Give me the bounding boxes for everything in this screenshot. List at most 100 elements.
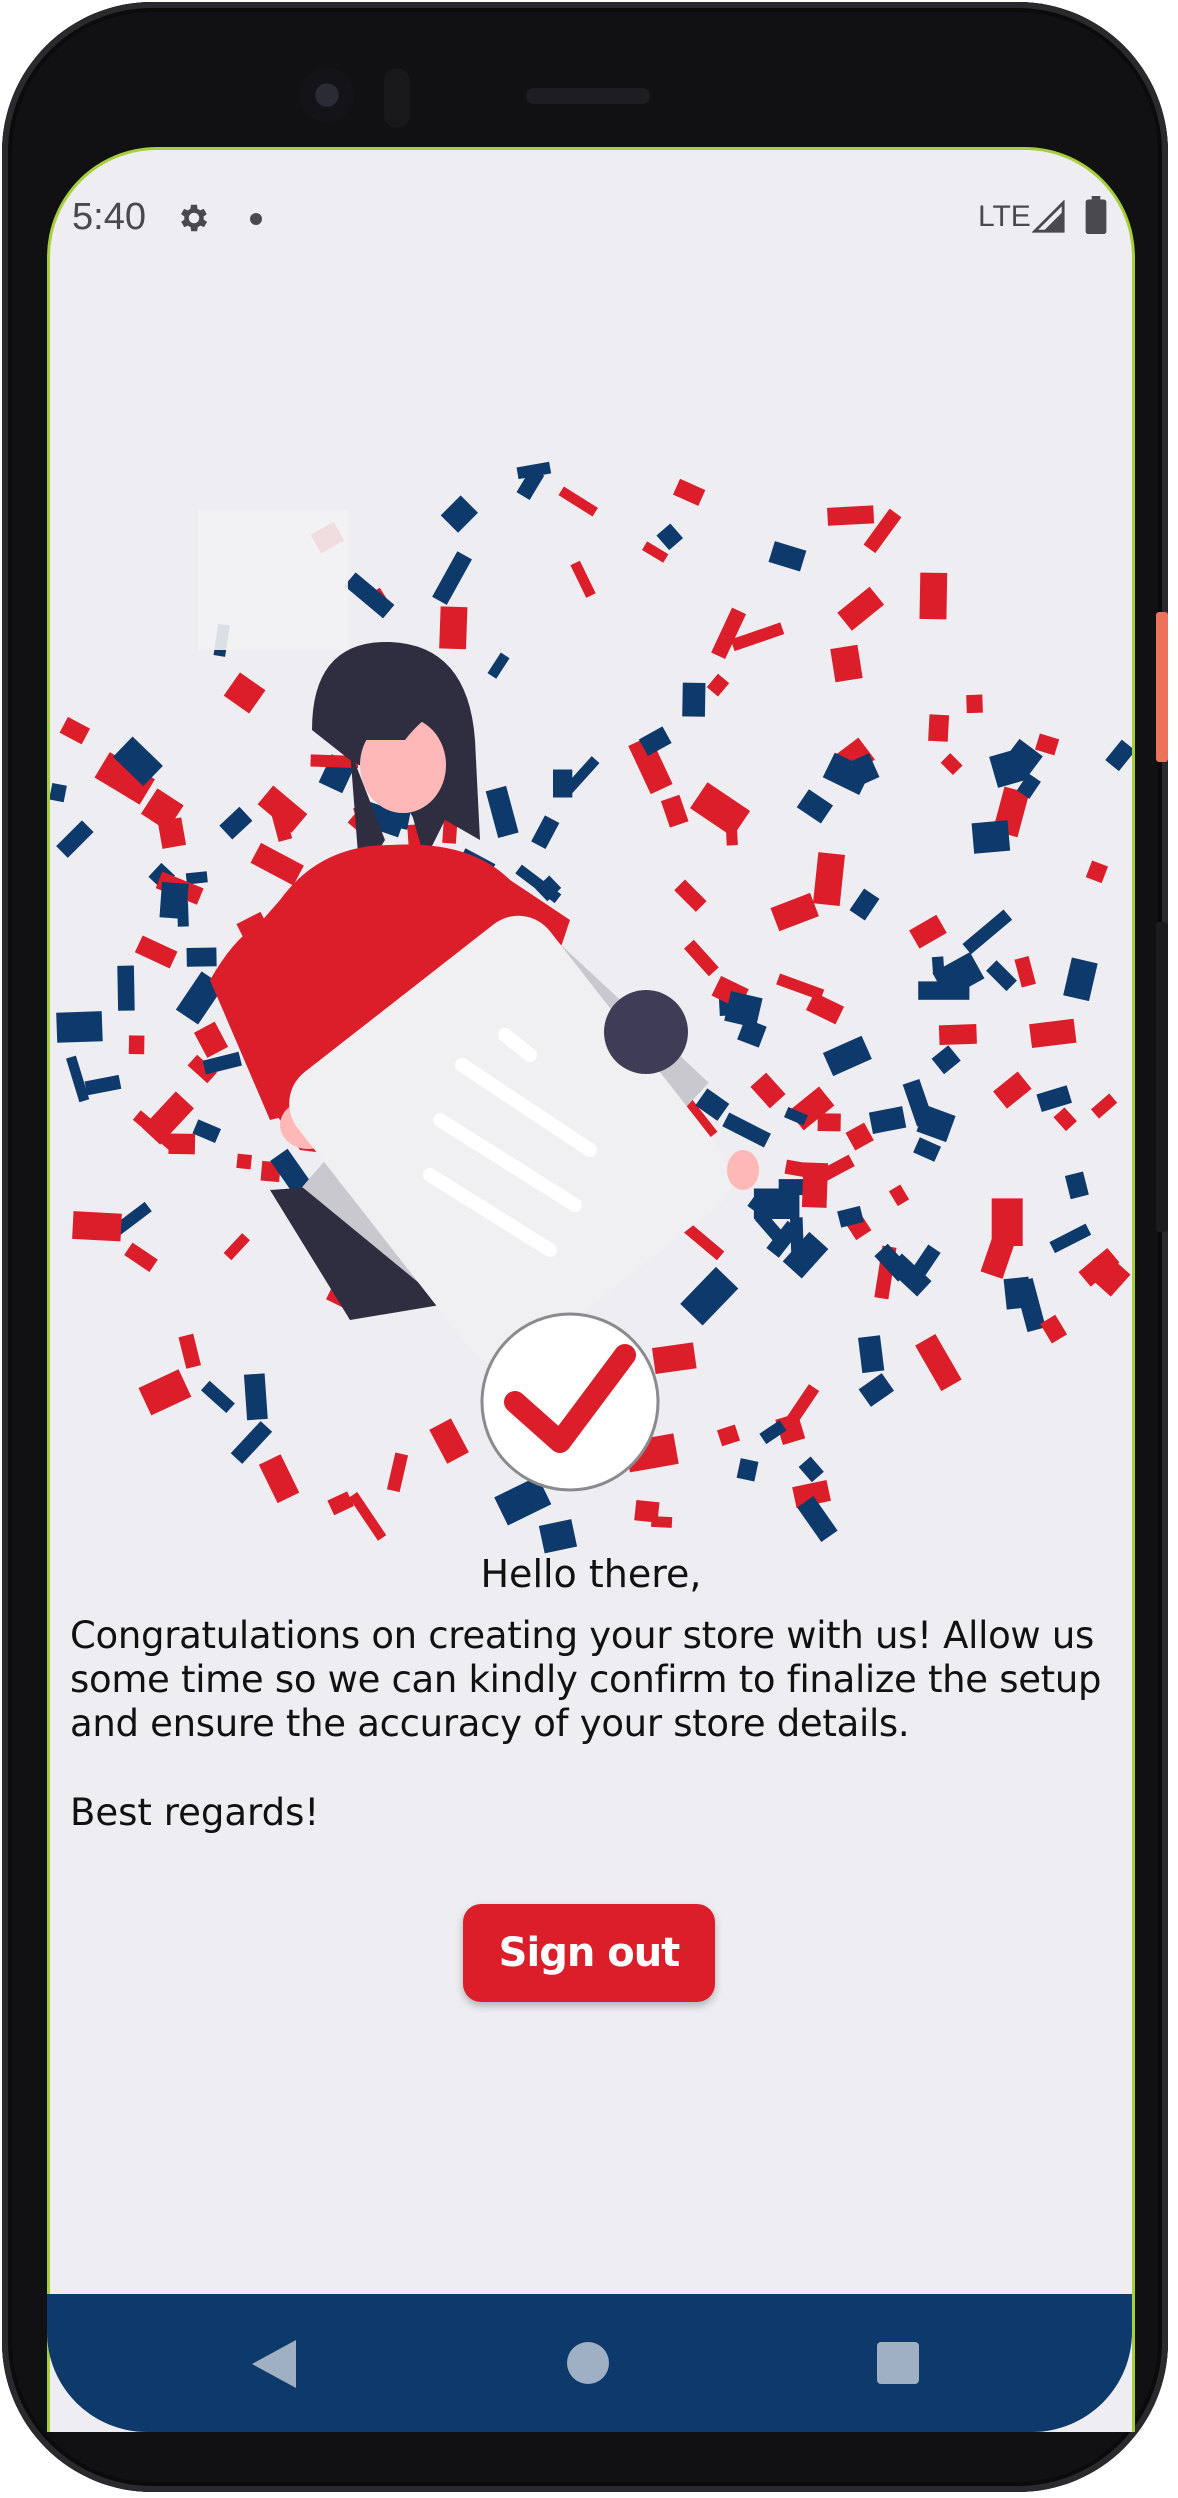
confetti-piece — [1105, 739, 1132, 772]
confetti-piece — [634, 1499, 660, 1523]
confetti-piece — [344, 572, 395, 619]
confetti-piece — [84, 1074, 122, 1096]
confetti-piece — [690, 782, 751, 837]
confetti-piece — [822, 1035, 872, 1077]
confetti-piece — [66, 1055, 90, 1103]
confetti-piece — [993, 1071, 1032, 1109]
recents-icon[interactable] — [877, 2342, 919, 2384]
confetti-piece — [1029, 1018, 1077, 1049]
confetti-piece — [683, 939, 719, 977]
home-icon[interactable] — [567, 2342, 609, 2384]
confetti-piece — [768, 541, 807, 572]
confetti-piece — [918, 981, 970, 1000]
confetti-piece — [124, 1242, 158, 1273]
confetti-piece — [940, 753, 963, 776]
confirmation-message: Congratulations on creating your store w… — [70, 1614, 1102, 1745]
confetti-piece — [439, 606, 468, 650]
confetti-piece — [230, 1421, 273, 1464]
confetti-piece — [716, 1424, 741, 1447]
confetti-piece — [868, 1106, 907, 1134]
confetti-piece — [487, 652, 510, 679]
confetti-piece — [837, 586, 885, 631]
power-button — [1156, 612, 1168, 762]
signal-icon — [1032, 200, 1065, 233]
regards-text: Best regards! — [70, 1791, 320, 1834]
battery-icon — [1085, 196, 1107, 234]
confetti-piece — [1053, 1107, 1077, 1132]
confetti-piece — [858, 1335, 885, 1374]
confetti-piece — [902, 1078, 934, 1127]
confetti-piece — [1014, 956, 1036, 988]
confetti-piece — [1085, 860, 1109, 884]
confetti-piece — [50, 782, 67, 803]
confetti-piece — [531, 815, 560, 849]
confetti-piece — [919, 572, 948, 620]
confetti-piece — [223, 672, 266, 714]
confetti-piece — [1063, 957, 1098, 1002]
greeting-text: Hello there, — [480, 1552, 702, 1596]
confetti-piece — [348, 1492, 387, 1541]
confetti-piece — [980, 1226, 1018, 1279]
network-type: LTE — [978, 200, 1031, 233]
confetti-piece — [711, 607, 747, 659]
confetti-piece — [786, 1384, 820, 1424]
confetti-piece — [1040, 1314, 1068, 1344]
status-time: 5:40 — [72, 196, 146, 238]
confetti-piece — [236, 1153, 253, 1170]
confetti-piece — [827, 505, 875, 526]
confetti-piece — [429, 1418, 469, 1464]
confetti-piece — [796, 789, 834, 824]
confetti-piece — [931, 956, 945, 973]
confetti-piece — [770, 892, 819, 932]
confetti-piece — [558, 486, 598, 517]
confetti-piece — [243, 1373, 268, 1421]
confetti-piece — [798, 1456, 824, 1483]
confetti-piece — [327, 1491, 354, 1516]
confetti-piece — [1036, 1085, 1072, 1113]
confetti-piece — [722, 1112, 771, 1148]
confetti-piece — [432, 551, 472, 605]
confetti-piece — [776, 973, 825, 1001]
notification-dot-icon — [250, 213, 262, 225]
front-camera — [300, 68, 354, 122]
woman-figure — [198, 510, 759, 1492]
confetti-piece — [750, 1072, 786, 1109]
confetti-piece — [185, 871, 208, 885]
confetti-piece — [538, 1519, 578, 1554]
sign-out-button[interactable]: Sign out — [463, 1904, 715, 2002]
confetti-piece — [223, 1233, 250, 1261]
confetti-piece — [651, 1342, 697, 1375]
confetti-piece — [386, 1452, 409, 1493]
confetti-piece — [962, 909, 1013, 955]
proximity-sensor — [384, 68, 410, 128]
screen: 5:40 LTE Hello there, Congratulations on… — [47, 147, 1135, 2432]
status-bar: 5:40 LTE — [50, 150, 1132, 270]
confetti-piece — [931, 1045, 961, 1075]
confetti-piece — [682, 682, 706, 717]
confetti-piece — [938, 1024, 977, 1046]
confetti-piece — [913, 1137, 942, 1162]
confetti-piece — [724, 991, 763, 1028]
confetti-piece — [178, 1333, 201, 1369]
confetti-piece — [1049, 1223, 1092, 1254]
confetti-piece — [219, 806, 253, 840]
confetti-piece — [1090, 1093, 1118, 1119]
confetti-piece — [830, 644, 863, 683]
confetti-piece — [849, 888, 880, 921]
confetti-piece — [138, 1369, 192, 1416]
gear-icon — [181, 204, 208, 232]
confetti-piece — [193, 1021, 229, 1058]
confetti-piece — [966, 694, 983, 714]
confetti-piece — [656, 523, 684, 551]
confetti-piece — [168, 1133, 196, 1155]
confetti-piece — [674, 879, 707, 912]
confetti-piece — [440, 495, 478, 533]
confetti-piece — [928, 714, 950, 742]
confetti-piece — [801, 1162, 829, 1208]
confetti-piece — [56, 1011, 103, 1043]
confetti-piece — [192, 1119, 221, 1144]
confetti-piece — [680, 1266, 739, 1326]
confetti-piece — [159, 882, 189, 920]
phone-frame: 5:40 LTE Hello there, Congratulations on… — [2, 2, 1168, 2492]
back-icon[interactable] — [252, 2340, 296, 2388]
